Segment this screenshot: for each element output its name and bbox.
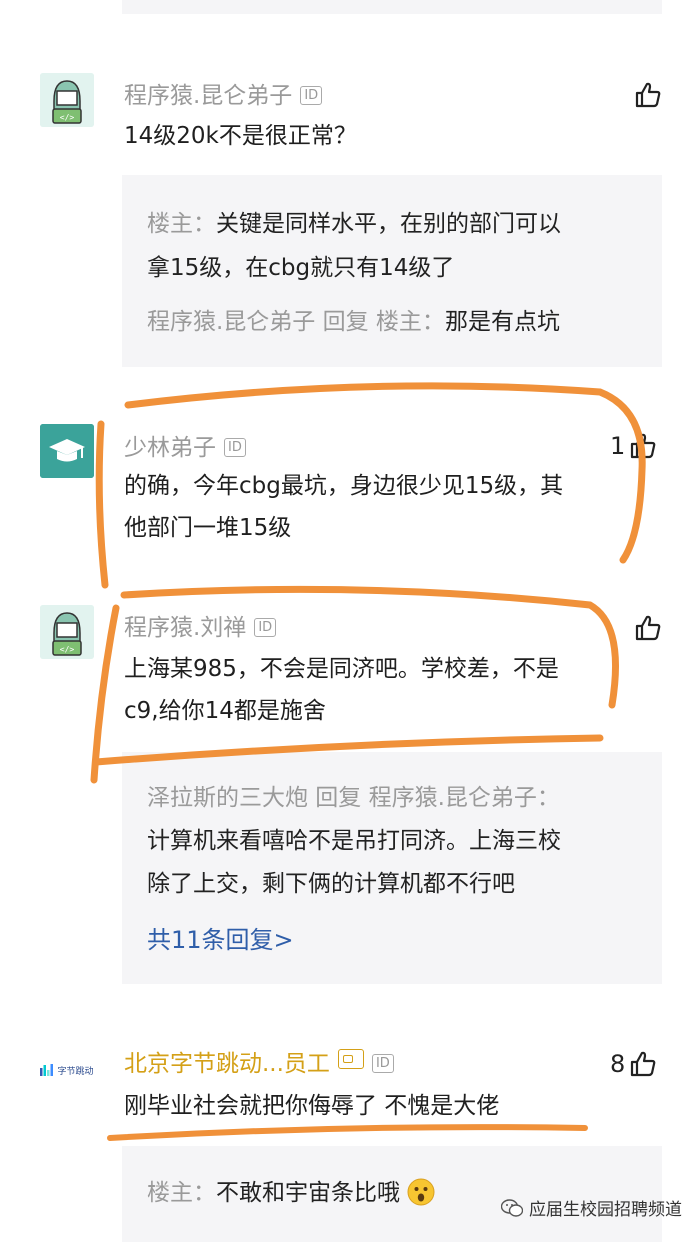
id-badge: ID: [300, 86, 323, 105]
watermark: 应届生校园招聘频道: [501, 1195, 682, 1220]
verified-badge-icon: [337, 1049, 364, 1069]
reply-line: 拿15级，在cbg就只有14级了: [147, 246, 454, 290]
annotation-underline: [107, 1124, 588, 1141]
comment-username[interactable]: 程序猿.刘禅 ID: [124, 608, 277, 642]
watermark-text: 应届生校园招聘频道: [529, 1200, 682, 1220]
avatar[interactable]: [40, 424, 94, 478]
comment-text-line: 上海某985，不会是同济吧。学校差，不是: [124, 656, 559, 682]
reply-author[interactable]: 楼主：: [147, 1180, 216, 1206]
reply-text: 不敢和宇宙条比哦: [216, 1180, 400, 1206]
username-text[interactable]: 程序猿.昆仑弟子: [124, 83, 292, 109]
reply-author[interactable]: 程序猿.昆仑弟子 回复 楼主：: [147, 309, 445, 335]
thumbs-up-icon: [631, 1051, 656, 1077]
comment-text: 刚毕业社会就把你侮辱了 不愧是大佬: [124, 1093, 500, 1119]
avatar[interactable]: </>: [40, 73, 94, 127]
graduation-cap-icon: [40, 424, 94, 478]
reply-text: 那是有点坑: [444, 309, 560, 335]
reply-line: 泽拉斯的三大炮 回复 程序猿.昆仑弟子：: [147, 776, 560, 820]
wechat-icon: [501, 1198, 523, 1217]
reply-text: 除了上交，剩下俩的计算机都不行吧: [147, 871, 515, 897]
reply-text: 拿15级，在cbg就只有14级了: [147, 255, 455, 281]
avatar-text: 字节跳动: [57, 1066, 94, 1077]
reply-author[interactable]: 楼主：: [147, 211, 216, 237]
like-button[interactable]: [634, 81, 662, 109]
username-text[interactable]: 少林弟子: [124, 435, 216, 461]
comment-text: 上海某985，不会是同济吧。学校差，不是 c9,给你14都是施舍: [124, 648, 559, 732]
comment-text: 的确，今年cbg最坑，身边很少见15级，其 他部门一堆15级: [124, 465, 563, 549]
comment-text-line: c9,给你14都是施舍: [124, 698, 326, 724]
thumbs-up-icon: [635, 615, 661, 641]
id-badge: ID: [371, 1054, 394, 1073]
programmer-avatar-icon: </>: [40, 605, 94, 659]
comment-text-line: 的确，今年cbg最坑，身边很少见15级，其: [124, 473, 564, 499]
username-text[interactable]: 程序猿.刘禅: [124, 615, 246, 641]
reply-line: 计算机来看嘻哈不是吊打同济。上海三校: [147, 819, 561, 863]
programmer-avatar-icon: </>: [40, 73, 94, 127]
annotation-stroke: [95, 420, 109, 589]
like-count: 8: [610, 1050, 626, 1078]
like-button[interactable]: 8: [610, 1050, 657, 1078]
svg-text:</>: </>: [60, 645, 75, 654]
comment-username[interactable]: 北京字节跳动...员工 ID: [124, 1044, 394, 1078]
reply-author[interactable]: 泽拉斯的三大炮 回复 程序猿.昆仑弟子：: [147, 785, 560, 811]
like-button[interactable]: 1: [610, 432, 657, 460]
avatar[interactable]: </>: [40, 605, 94, 659]
svg-text:</>: </>: [60, 113, 75, 122]
bytedance-logo-icon: [40, 1064, 54, 1076]
annotation-stroke: [90, 604, 120, 784]
comment-username[interactable]: 少林弟子 ID: [124, 428, 246, 462]
reply-line: 除了上交，剩下俩的计算机都不行吧: [147, 862, 515, 906]
reply-text: 计算机来看嘻哈不是吊打同济。上海三校: [147, 828, 561, 854]
reply-line: 楼主：关键是同样水平，在别的部门可以: [147, 202, 561, 246]
comment-username[interactable]: 程序猿.昆仑弟子 ID: [124, 76, 323, 110]
id-badge: ID: [224, 438, 246, 457]
avatar[interactable]: 字节跳动: [38, 1055, 96, 1085]
reply-box: [122, 0, 662, 14]
comment-text: 14级20k不是很正常？: [124, 123, 357, 149]
username-text[interactable]: 北京字节跳动...员工: [124, 1051, 330, 1077]
like-button[interactable]: [634, 614, 662, 642]
like-count: 1: [610, 432, 626, 460]
thumbs-up-icon: [631, 433, 656, 459]
thumbs-up-icon: [635, 82, 661, 108]
reply-text: 关键是同样水平，在别的部门可以: [216, 211, 561, 237]
surprised-emoji-icon: [407, 1177, 435, 1206]
reply-line: 程序猿.昆仑弟子 回复 楼主：那是有点坑: [147, 300, 560, 344]
id-badge: ID: [254, 618, 277, 637]
comment-text-line: 他部门一堆15级: [124, 515, 292, 541]
more-replies-link[interactable]: 共11条回复>: [147, 920, 294, 955]
reply-line: 楼主：不敢和宇宙条比哦: [147, 1171, 435, 1215]
